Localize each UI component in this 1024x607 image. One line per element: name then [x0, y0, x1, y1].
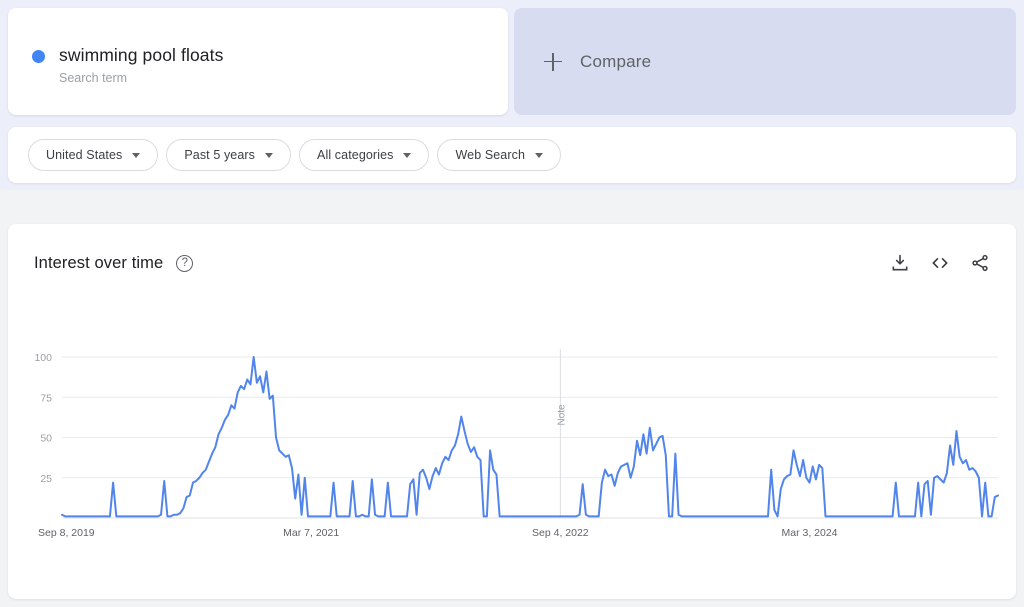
chevron-down-icon [535, 152, 544, 158]
y-axis-tick-label: 25 [40, 473, 52, 485]
x-axis-tick-label: Mar 7, 2021 [283, 527, 339, 539]
compare-card[interactable]: Compare [514, 8, 1016, 115]
terms-row: swimming pool floats Search term Compare [8, 8, 1016, 115]
filter-category[interactable]: All categories [299, 139, 430, 171]
filter-time-range[interactable]: Past 5 years [166, 139, 292, 171]
filters-bar: United States Past 5 years All categorie… [8, 127, 1016, 183]
filter-search-type[interactable]: Web Search [437, 139, 562, 171]
filter-time-range-label: Past 5 years [184, 148, 256, 162]
search-term-text: swimming pool floats Search term [59, 44, 223, 87]
compare-label: Compare [580, 51, 652, 71]
chart-plot-area[interactable]: 100 75 50 25 Sep 8, 2019 Mar 7, 2021 Sep 4, 20… [8, 224, 1016, 599]
trends-line-chart: 100 75 50 25 Sep 8, 2019 Mar 7, 2021 Sep 4, 20… [34, 349, 999, 539]
search-term-content: swimming pool floats Search term [32, 44, 223, 87]
series-color-dot [32, 50, 45, 63]
plus-icon [544, 52, 562, 71]
filter-location[interactable]: United States [28, 139, 159, 171]
search-term-card[interactable]: swimming pool floats Search term [8, 8, 508, 115]
compare-content: Compare [544, 52, 651, 72]
y-axis-tick-label: 75 [40, 392, 52, 404]
series-line-swimming-pool-floats [61, 356, 999, 518]
filter-category-label: All categories [317, 148, 394, 162]
search-term-subtitle: Search term [59, 71, 128, 85]
x-axis-tick-label: Mar 3, 2024 [781, 527, 837, 539]
filter-location-label: United States [46, 148, 123, 162]
filter-search-type-label: Web Search [455, 148, 526, 162]
chevron-down-icon [132, 152, 141, 158]
y-axis-tick-label: 50 [40, 433, 52, 445]
interest-over-time-card: Interest over time ? 100 75 50 25 Sep 8, 201… [8, 224, 1016, 599]
x-axis-tick-label: Sep 4, 2022 [532, 527, 589, 539]
chevron-down-icon [403, 152, 412, 158]
x-axis-tick-label: Sep 8, 2019 [38, 527, 95, 539]
search-term-title: swimming pool floats [59, 45, 224, 65]
chevron-down-icon [265, 152, 274, 158]
y-axis-tick-label: 100 [34, 352, 52, 364]
chart-note-annotation: Note [556, 404, 567, 426]
